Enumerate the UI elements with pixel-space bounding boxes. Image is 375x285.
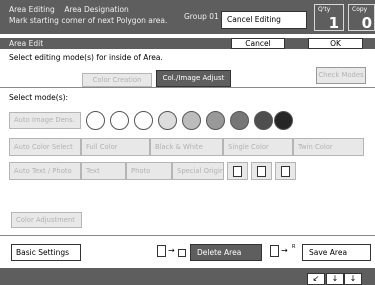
scroll-up-icon[interactable]: ↓ [344, 273, 362, 285]
ok-button[interactable]: OK [308, 38, 363, 49]
copy-label: Copy [352, 6, 368, 13]
black-white-button[interactable]: Black & White [150, 138, 223, 156]
single-color-button[interactable]: Single Color [223, 138, 293, 156]
special-original-button[interactable]: Special Original [172, 162, 224, 180]
document-icon [257, 166, 266, 177]
density-level-2[interactable] [110, 111, 129, 130]
area-edit-title: Area Edit [9, 39, 44, 48]
delete-area-icon: → [155, 243, 188, 261]
original-type-button-2[interactable] [251, 162, 272, 180]
arrow-right-icon: → [281, 246, 288, 255]
delete-area-button[interactable]: Delete Area [190, 244, 262, 261]
blank-area-icon [178, 249, 186, 257]
density-level-7[interactable] [230, 111, 249, 130]
document-icon [233, 166, 242, 177]
basic-settings-button[interactable]: Basic Settings [11, 244, 81, 261]
save-area-button[interactable]: Save Area [302, 244, 371, 261]
save-area-icon: → R [268, 243, 301, 261]
mode-title: Area Editing Area Designation [9, 5, 129, 14]
copy-display: Copy 0 [348, 4, 375, 32]
color-adjustment-button[interactable]: Color Adjustment [11, 212, 82, 228]
auto-text-photo-button[interactable]: Auto Text / Photo [9, 162, 81, 180]
original-type-button-3[interactable] [275, 162, 296, 180]
arrow-right-icon: → [168, 246, 175, 255]
density-level-4[interactable] [158, 111, 177, 130]
original-type-button-1[interactable] [227, 162, 248, 180]
text-button[interactable]: Text [81, 162, 126, 180]
document-icon [281, 166, 290, 177]
scroll-down-icon[interactable]: ↓ [326, 273, 344, 285]
scroll-left-icon[interactable]: ↙ [307, 273, 325, 285]
area-instruction: Select editing mode(s) for inside of Are… [9, 53, 163, 62]
document-icon [270, 245, 279, 257]
group-label: Group 01 [184, 12, 219, 21]
density-level-5[interactable] [182, 111, 201, 130]
density-level-9[interactable] [274, 111, 293, 130]
auto-color-select-button[interactable]: Auto Color Select [9, 138, 81, 156]
copy-value: 0 [361, 14, 372, 32]
tab-col-image-adjust[interactable]: Col./Image Adjust [156, 70, 231, 87]
select-modes-label: Select mode(s): [9, 93, 69, 102]
photo-button[interactable]: Photo [126, 162, 172, 180]
document-icon [157, 245, 166, 257]
qty-value: 1 [328, 14, 339, 32]
quantity-display: Q'ty 1 [314, 4, 344, 32]
bottom-divider [0, 235, 375, 236]
twin-color-button[interactable]: Twin Color [293, 138, 364, 156]
tab-divider [0, 87, 375, 88]
r-label: R [292, 244, 296, 250]
qty-label: Q'ty [318, 6, 331, 13]
auto-image-density-button[interactable]: Auto Image Dens. [9, 112, 81, 129]
header-instruction: Mark starting corner of next Polygon are… [9, 16, 168, 25]
density-level-3[interactable] [134, 111, 153, 130]
cancel-editing-button[interactable]: Cancel Editing [221, 11, 307, 29]
check-modes-button[interactable]: Check Modes [316, 67, 366, 84]
density-level-1[interactable] [86, 111, 105, 130]
cancel-button[interactable]: Cancel [231, 38, 285, 49]
density-level-8[interactable] [254, 111, 273, 130]
full-color-button[interactable]: Full Color [81, 138, 150, 156]
tab-color-creation[interactable]: Color Creation [82, 73, 152, 87]
density-level-6[interactable] [206, 111, 225, 130]
